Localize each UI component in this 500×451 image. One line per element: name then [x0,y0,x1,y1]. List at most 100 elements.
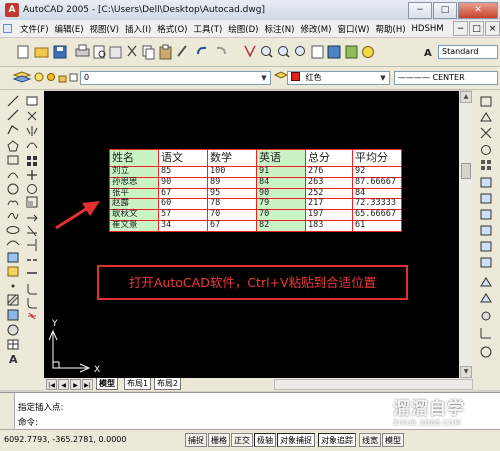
tool-palettes-icon[interactable] [345,45,358,59]
command-prompt[interactable]: 命令: [18,416,38,428]
menu-insert[interactable]: 插入(I) [122,20,154,37]
tab-layout2[interactable]: 布局2 [154,378,182,390]
model-space-toggle[interactable]: 模型 [382,433,404,447]
drawing-canvas[interactable]: Y X [44,91,459,378]
last-tab-button[interactable]: ▶| [82,379,93,390]
view-front-icon[interactable] [480,193,492,204]
doc-close-button[interactable]: × [485,21,500,36]
view-ucs-icon[interactable] [480,328,491,339]
save-icon[interactable] [53,45,67,59]
make-object-layer-current-icon[interactable] [273,71,289,79]
match-properties-icon[interactable] [177,45,187,57]
open-folder-icon[interactable] [34,47,49,58]
view-orbit-icon[interactable] [480,346,492,358]
minimize-button[interactable]: − [408,2,432,19]
snap-intersection-icon[interactable] [480,127,492,139]
menu-format[interactable]: 格式(O) [154,20,190,37]
scroll-thumb[interactable] [461,163,471,179]
menu-draw[interactable]: 绘图(D) [225,20,261,37]
prev-tab-button[interactable]: ◀ [58,379,69,390]
scroll-up-arrow-icon[interactable]: ▲ [460,91,472,103]
copy-object-icon[interactable] [27,111,37,121]
grid-toggle[interactable]: 栅格 [208,433,230,447]
lineweight-toggle[interactable]: 线宽 [359,433,381,447]
redo-icon[interactable] [216,46,226,55]
layer-manager-icon[interactable] [12,71,32,83]
view-right-icon[interactable] [480,225,492,236]
scale-icon[interactable] [26,196,38,208]
print-icon[interactable] [75,44,90,57]
view-left-icon[interactable] [480,209,492,220]
menu-modify[interactable]: 修改(M) [297,20,334,37]
layer-dropdown[interactable]: 0 ▼ [80,71,271,85]
color-dropdown[interactable]: 红色 ▼ [287,71,390,85]
rotate-icon[interactable] [27,184,37,194]
scroll-down-arrow-icon[interactable]: ▼ [460,366,472,378]
offset-icon[interactable] [26,142,38,149]
snap-center-icon[interactable] [481,145,491,155]
view-grid-icon[interactable] [481,160,491,170]
menu-icon[interactable] [0,20,17,37]
otrack-toggle[interactable]: 对象追踪 [318,433,356,447]
doc-restore-button[interactable]: □ [469,21,484,36]
undo-icon[interactable] [197,46,207,55]
view-top-icon[interactable] [480,177,492,188]
zoom-previous-icon[interactable] [295,46,305,56]
erase-icon[interactable] [26,96,38,106]
horizontal-scrollbar[interactable] [274,379,473,390]
publish-icon[interactable] [109,46,122,59]
zoom-window-icon[interactable] [278,46,290,58]
new-file-icon[interactable] [17,45,29,59]
view-iso2-icon[interactable] [480,293,492,303]
chamfer-icon[interactable] [27,284,37,295]
snap-midpoint-icon[interactable] [480,112,492,122]
snap-endpoint-icon[interactable] [480,96,492,107]
pasted-score-table[interactable]: 姓名 语文 数学 英语 总分 平均分 刘立 85 100 91 276 92 孙… [109,149,402,232]
tab-layout1[interactable]: 布局1 [124,378,152,390]
doc-minimize-button[interactable]: − [453,21,468,36]
trim-icon[interactable] [27,225,37,237]
view-bottom-icon[interactable] [480,241,492,252]
pan-icon[interactable] [244,45,256,58]
properties-icon[interactable] [311,45,324,59]
view-back-icon[interactable] [480,257,492,268]
extend-icon[interactable] [27,239,37,251]
first-tab-button[interactable]: |◀ [46,379,57,390]
next-tab-button[interactable]: ▶ [70,379,81,390]
snap-toggle[interactable]: 捕捉 [185,433,207,447]
fillet-icon[interactable] [27,298,37,309]
view-iso-icon[interactable] [480,277,492,287]
command-window-grip[interactable] [0,393,15,429]
autocad-app-icon[interactable]: A [5,3,19,17]
paste-icon[interactable] [159,44,172,60]
tab-model[interactable]: 模型 [96,378,118,390]
menu-hdshm[interactable]: HDSHM [409,20,447,37]
mirror-icon[interactable] [26,126,38,136]
menu-dimension[interactable]: 标注(N) [261,20,297,37]
osnap-toggle[interactable]: 对象捕捉 [277,433,315,447]
ortho-toggle[interactable]: 正交 [231,433,253,447]
menu-help[interactable]: 帮助(H) [373,20,409,37]
explode-icon[interactable] [28,312,36,320]
menu-edit[interactable]: 编辑(E) [52,20,87,37]
help-icon[interactable] [362,46,374,58]
polar-toggle[interactable]: 极轴 [254,433,276,447]
array-icon[interactable] [27,156,37,166]
text-style-dropdown[interactable]: Standard [438,45,498,59]
menu-view[interactable]: 视图(V) [87,20,122,37]
move-icon[interactable] [27,170,37,180]
zoom-realtime-icon[interactable] [261,46,273,58]
stretch-icon[interactable] [27,214,38,222]
menu-tools[interactable]: 工具(T) [190,20,225,37]
vertical-scrollbar[interactable]: ▲ ▼ [459,91,473,378]
view-camera-icon[interactable] [481,311,491,321]
design-center-icon[interactable] [327,45,341,59]
print-preview-icon[interactable] [93,45,106,59]
copy-icon[interactable] [142,45,155,60]
close-button[interactable]: ✕ [458,2,498,19]
maximize-button[interactable]: □ [433,2,457,19]
linetype-dropdown[interactable]: ———— CENTER [394,71,498,85]
menu-file[interactable]: 文件(F) [17,20,52,37]
menu-window[interactable]: 窗口(W) [334,20,372,37]
cut-icon[interactable] [127,45,137,57]
